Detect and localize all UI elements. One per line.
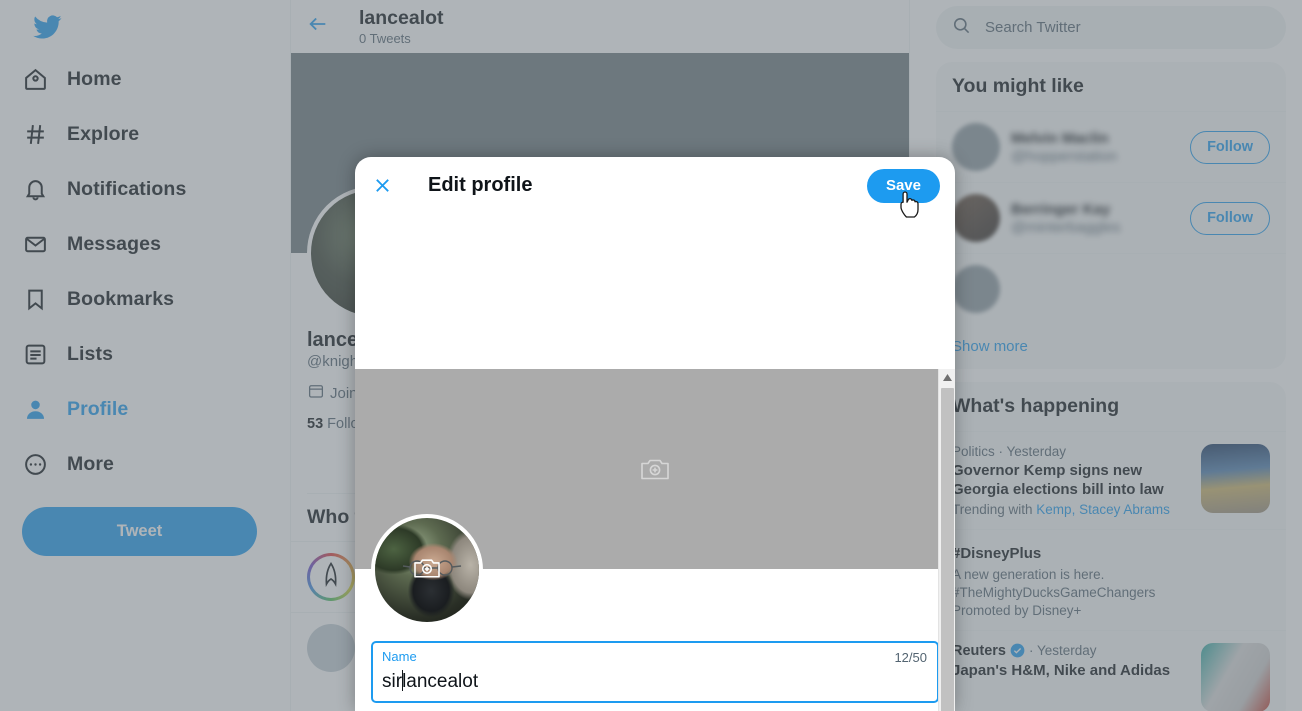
name-value-before-caret: sir (382, 671, 403, 692)
form-fields: Name 12/50 sirlancealot Bio (355, 627, 955, 711)
dialog-header: Edit profile Save (355, 157, 955, 214)
name-field[interactable]: Name 12/50 sirlancealot (371, 641, 939, 703)
name-char-counter: 12/50 (894, 650, 927, 665)
camera-add-icon[interactable] (640, 456, 670, 482)
dialog-scroll-area: Name 12/50 sirlancealot Bio (355, 369, 955, 711)
app-root: Home Explore Notifications Messages (0, 0, 1302, 711)
dialog-scrollbar[interactable] (938, 369, 955, 711)
dialog-title: Edit profile (428, 174, 533, 196)
name-value-after-caret: lancealot (402, 671, 479, 692)
avatar-upload-row (355, 514, 955, 627)
close-x-icon[interactable] (370, 174, 394, 198)
edit-profile-dialog: Edit profile Save Name 12/50 sirlancealo… (355, 157, 955, 711)
name-field-label: Name (382, 649, 417, 664)
scroll-up-arrow-icon[interactable] (939, 369, 955, 386)
camera-add-icon[interactable] (413, 556, 441, 585)
avatar-upload-area[interactable] (371, 514, 483, 626)
save-button[interactable]: Save (866, 168, 940, 203)
scrollbar-thumb[interactable] (941, 388, 954, 711)
name-input-value[interactable]: sirlancealot (382, 670, 478, 693)
